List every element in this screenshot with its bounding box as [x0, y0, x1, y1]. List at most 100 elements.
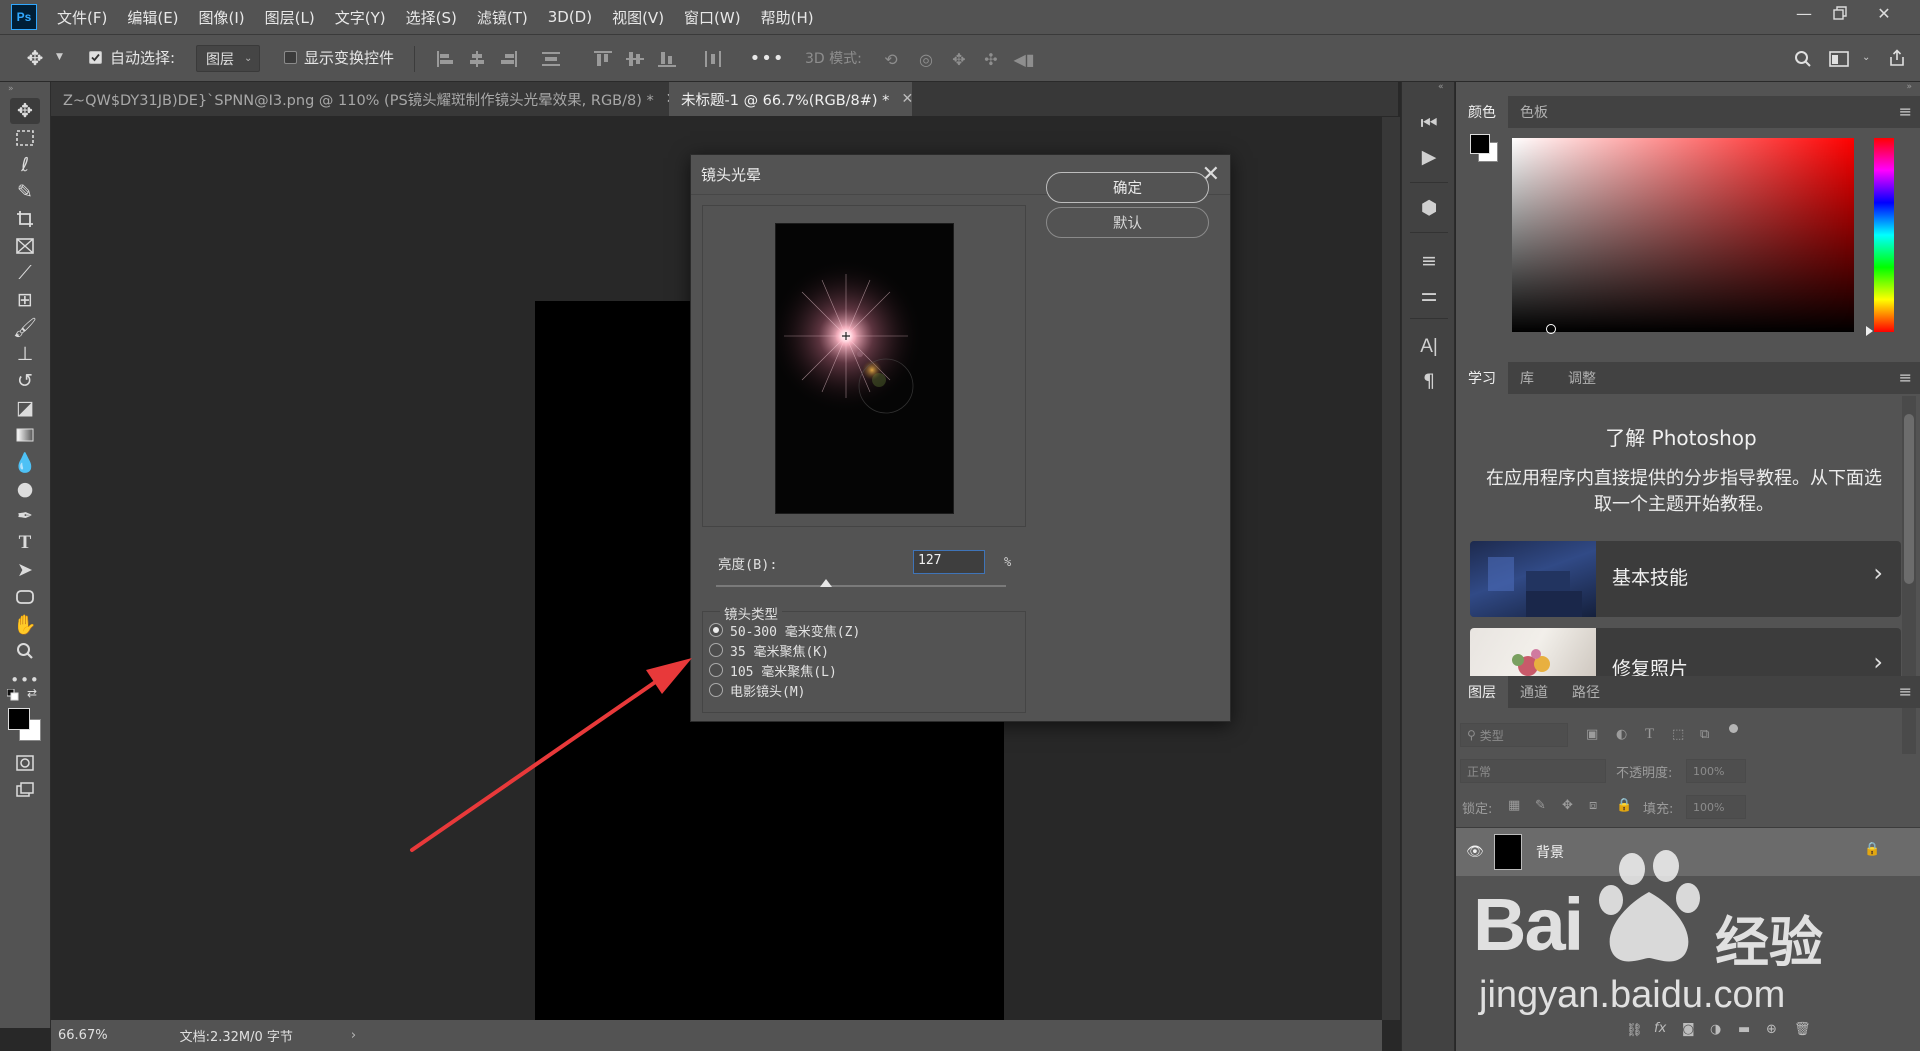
more-options-icon[interactable]: ••• [750, 47, 784, 69]
menu-layer[interactable]: 图层(L) [265, 7, 315, 28]
lock-artboard-icon[interactable]: ⧈ [1589, 798, 1597, 813]
actions-play-icon[interactable]: ▶ [1415, 144, 1443, 170]
foreground-color-swatch[interactable] [8, 708, 30, 730]
new-group-icon[interactable]: ▬ [1738, 1022, 1750, 1037]
tab-paths[interactable]: 路径 [1560, 676, 1612, 708]
3d-cube-icon[interactable]: ⬢ [1415, 195, 1443, 221]
move-tool-icon[interactable]: ✥ [24, 46, 46, 70]
show-transform-checkbox[interactable] [284, 51, 297, 64]
fx-icon[interactable]: fx [1654, 1021, 1666, 1036]
share-icon[interactable] [1886, 47, 1908, 69]
layer-name[interactable]: 背景 [1536, 842, 1564, 862]
tab-swatches[interactable]: 色板 [1508, 96, 1560, 128]
blur-tool-icon[interactable]: 💧 [10, 449, 40, 475]
collapse-icon[interactable]: « [1438, 82, 1444, 92]
new-layer-icon[interactable]: ⊕ [1766, 1022, 1777, 1037]
panel-menu-icon[interactable]: ≡ [1899, 682, 1912, 701]
delete-layer-icon[interactable]: 🗑 [1794, 1022, 1811, 1037]
move-tool-icon[interactable]: ✥ [10, 98, 40, 124]
search-icon[interactable] [1792, 48, 1814, 70]
blend-mode-dropdown[interactable]: 正常 [1460, 759, 1606, 783]
status-menu-arrow-icon[interactable]: › [351, 1028, 356, 1043]
brightness-slider-track[interactable] [716, 585, 1006, 587]
frame-tool-icon[interactable] [10, 233, 40, 259]
quick-mask-icon[interactable] [10, 750, 40, 776]
menu-filter[interactable]: 滤镜(T) [477, 7, 528, 28]
3d-scale-icon[interactable]: ◀▮ [1013, 48, 1035, 70]
history-icon[interactable]: ⏮ [1415, 110, 1443, 136]
close-window-icon[interactable]: ✕ [1862, 0, 1906, 26]
default-button[interactable]: 默认 [1046, 207, 1209, 238]
add-mask-icon[interactable]: ◙ [1682, 1022, 1695, 1037]
radio-button[interactable] [709, 663, 723, 677]
gradient-tool-icon[interactable] [10, 422, 40, 448]
tab-document-1[interactable]: Z~QW$DY31JB)DE}`SPNN@I3.png @ 110% (PS镜头… [51, 82, 678, 116]
tab-learn[interactable]: 学习 [1456, 362, 1508, 394]
eraser-tool-icon[interactable]: ◪ [10, 395, 40, 421]
brush-tool-icon[interactable]: 🖌 [10, 314, 40, 340]
healing-brush-tool-icon[interactable]: ⊞ [10, 287, 40, 313]
auto-select-target-dropdown[interactable]: 图层 ⌄ [196, 45, 260, 72]
tab-libraries[interactable]: 库 [1508, 362, 1546, 394]
menu-3d[interactable]: 3D(D) [548, 8, 592, 26]
align-right-icon[interactable] [498, 48, 520, 70]
lens-option-105mm[interactable]: 105 毫米聚焦(L) [709, 660, 837, 680]
learn-card-photo-repair[interactable]: 修复照片 › [1470, 628, 1901, 676]
eye-visibility-icon[interactable]: 👁 [1466, 844, 1484, 860]
lasso-tool-icon[interactable]: ℓ [10, 152, 40, 178]
3d-slide-icon[interactable]: ✣ [980, 48, 1002, 70]
flare-preview[interactable] [775, 223, 954, 514]
auto-select-checkbox[interactable] [89, 51, 102, 64]
character-icon[interactable]: A| [1415, 334, 1443, 360]
radio-button[interactable] [709, 643, 723, 657]
rectangle-tool-icon[interactable] [10, 584, 40, 610]
align-middle-icon[interactable] [624, 48, 646, 70]
screen-mode-icon[interactable] [10, 777, 40, 803]
3d-orbit-icon[interactable]: ⟲ [880, 48, 902, 70]
filter-toggle-icon[interactable] [1729, 724, 1738, 733]
hue-slider-thumb[interactable] [1866, 326, 1873, 336]
new-adjustment-icon[interactable]: ◑ [1710, 1022, 1721, 1037]
close-icon[interactable]: ✕ [901, 91, 913, 107]
align-center-icon[interactable] [466, 48, 488, 70]
distribute-vertical-icon[interactable] [540, 48, 562, 70]
scrollbar-thumb[interactable] [1904, 414, 1914, 584]
tab-document-2[interactable]: 未标题-1 @ 66.7%(RGB/8#) * ✕ [669, 82, 913, 116]
menu-edit[interactable]: 编辑(E) [127, 7, 178, 28]
lock-all-icon[interactable]: 🔒 [1616, 798, 1632, 813]
hand-tool-icon[interactable]: ✋ [10, 611, 40, 637]
paragraph-icon[interactable]: ¶ [1415, 368, 1443, 394]
clone-stamp-tool-icon[interactable]: ⊥ [10, 341, 40, 367]
workspace-icon[interactable] [1828, 48, 1850, 70]
3d-pan-icon[interactable]: ✥ [948, 48, 970, 70]
filter-smart-object-icon[interactable]: ⧉ [1700, 727, 1709, 742]
align-left-icon[interactable] [434, 48, 456, 70]
lock-image-icon[interactable]: ✎ [1535, 798, 1546, 813]
menu-type[interactable]: 文字(Y) [335, 7, 386, 28]
lock-transparent-icon[interactable]: ▦ [1508, 798, 1520, 813]
adjustments-sliders-icon[interactable]: ⚌ [1415, 282, 1443, 308]
radio-button[interactable] [709, 683, 723, 697]
chevron-down-icon[interactable]: ▼ [56, 52, 63, 62]
panel-menu-icon[interactable]: ≡ [1899, 368, 1912, 387]
tab-channels[interactable]: 通道 [1508, 676, 1560, 708]
tab-layers[interactable]: 图层 [1456, 676, 1508, 708]
zoom-tool-icon[interactable] [10, 638, 40, 664]
pen-tool-icon[interactable]: ✒ [10, 503, 40, 529]
crop-tool-icon[interactable] [10, 206, 40, 232]
3d-roll-icon[interactable]: ◎ [915, 48, 937, 70]
marquee-tool-icon[interactable] [10, 125, 40, 151]
lens-option-movie[interactable]: 电影镜头(M) [709, 680, 805, 700]
align-bottom-icon[interactable] [656, 48, 678, 70]
layer-row[interactable]: 👁 背景 🔒 [1456, 828, 1920, 876]
brightness-slider-thumb[interactable] [820, 579, 833, 587]
distribute-horizontal-icon[interactable] [702, 48, 724, 70]
tab-adjustments[interactable]: 调整 [1556, 362, 1608, 394]
layer-filter-dropdown[interactable]: ⚲ 类型 [1460, 723, 1568, 747]
menu-file[interactable]: 文件(F) [57, 7, 107, 28]
lens-option-zoom[interactable]: 50-300 毫米变焦(Z) [709, 620, 860, 640]
opacity-field[interactable]: 100% [1686, 759, 1746, 783]
menu-help[interactable]: 帮助(H) [761, 7, 814, 28]
ok-button[interactable]: 确定 [1046, 172, 1209, 203]
restore-icon[interactable] [1818, 0, 1862, 26]
